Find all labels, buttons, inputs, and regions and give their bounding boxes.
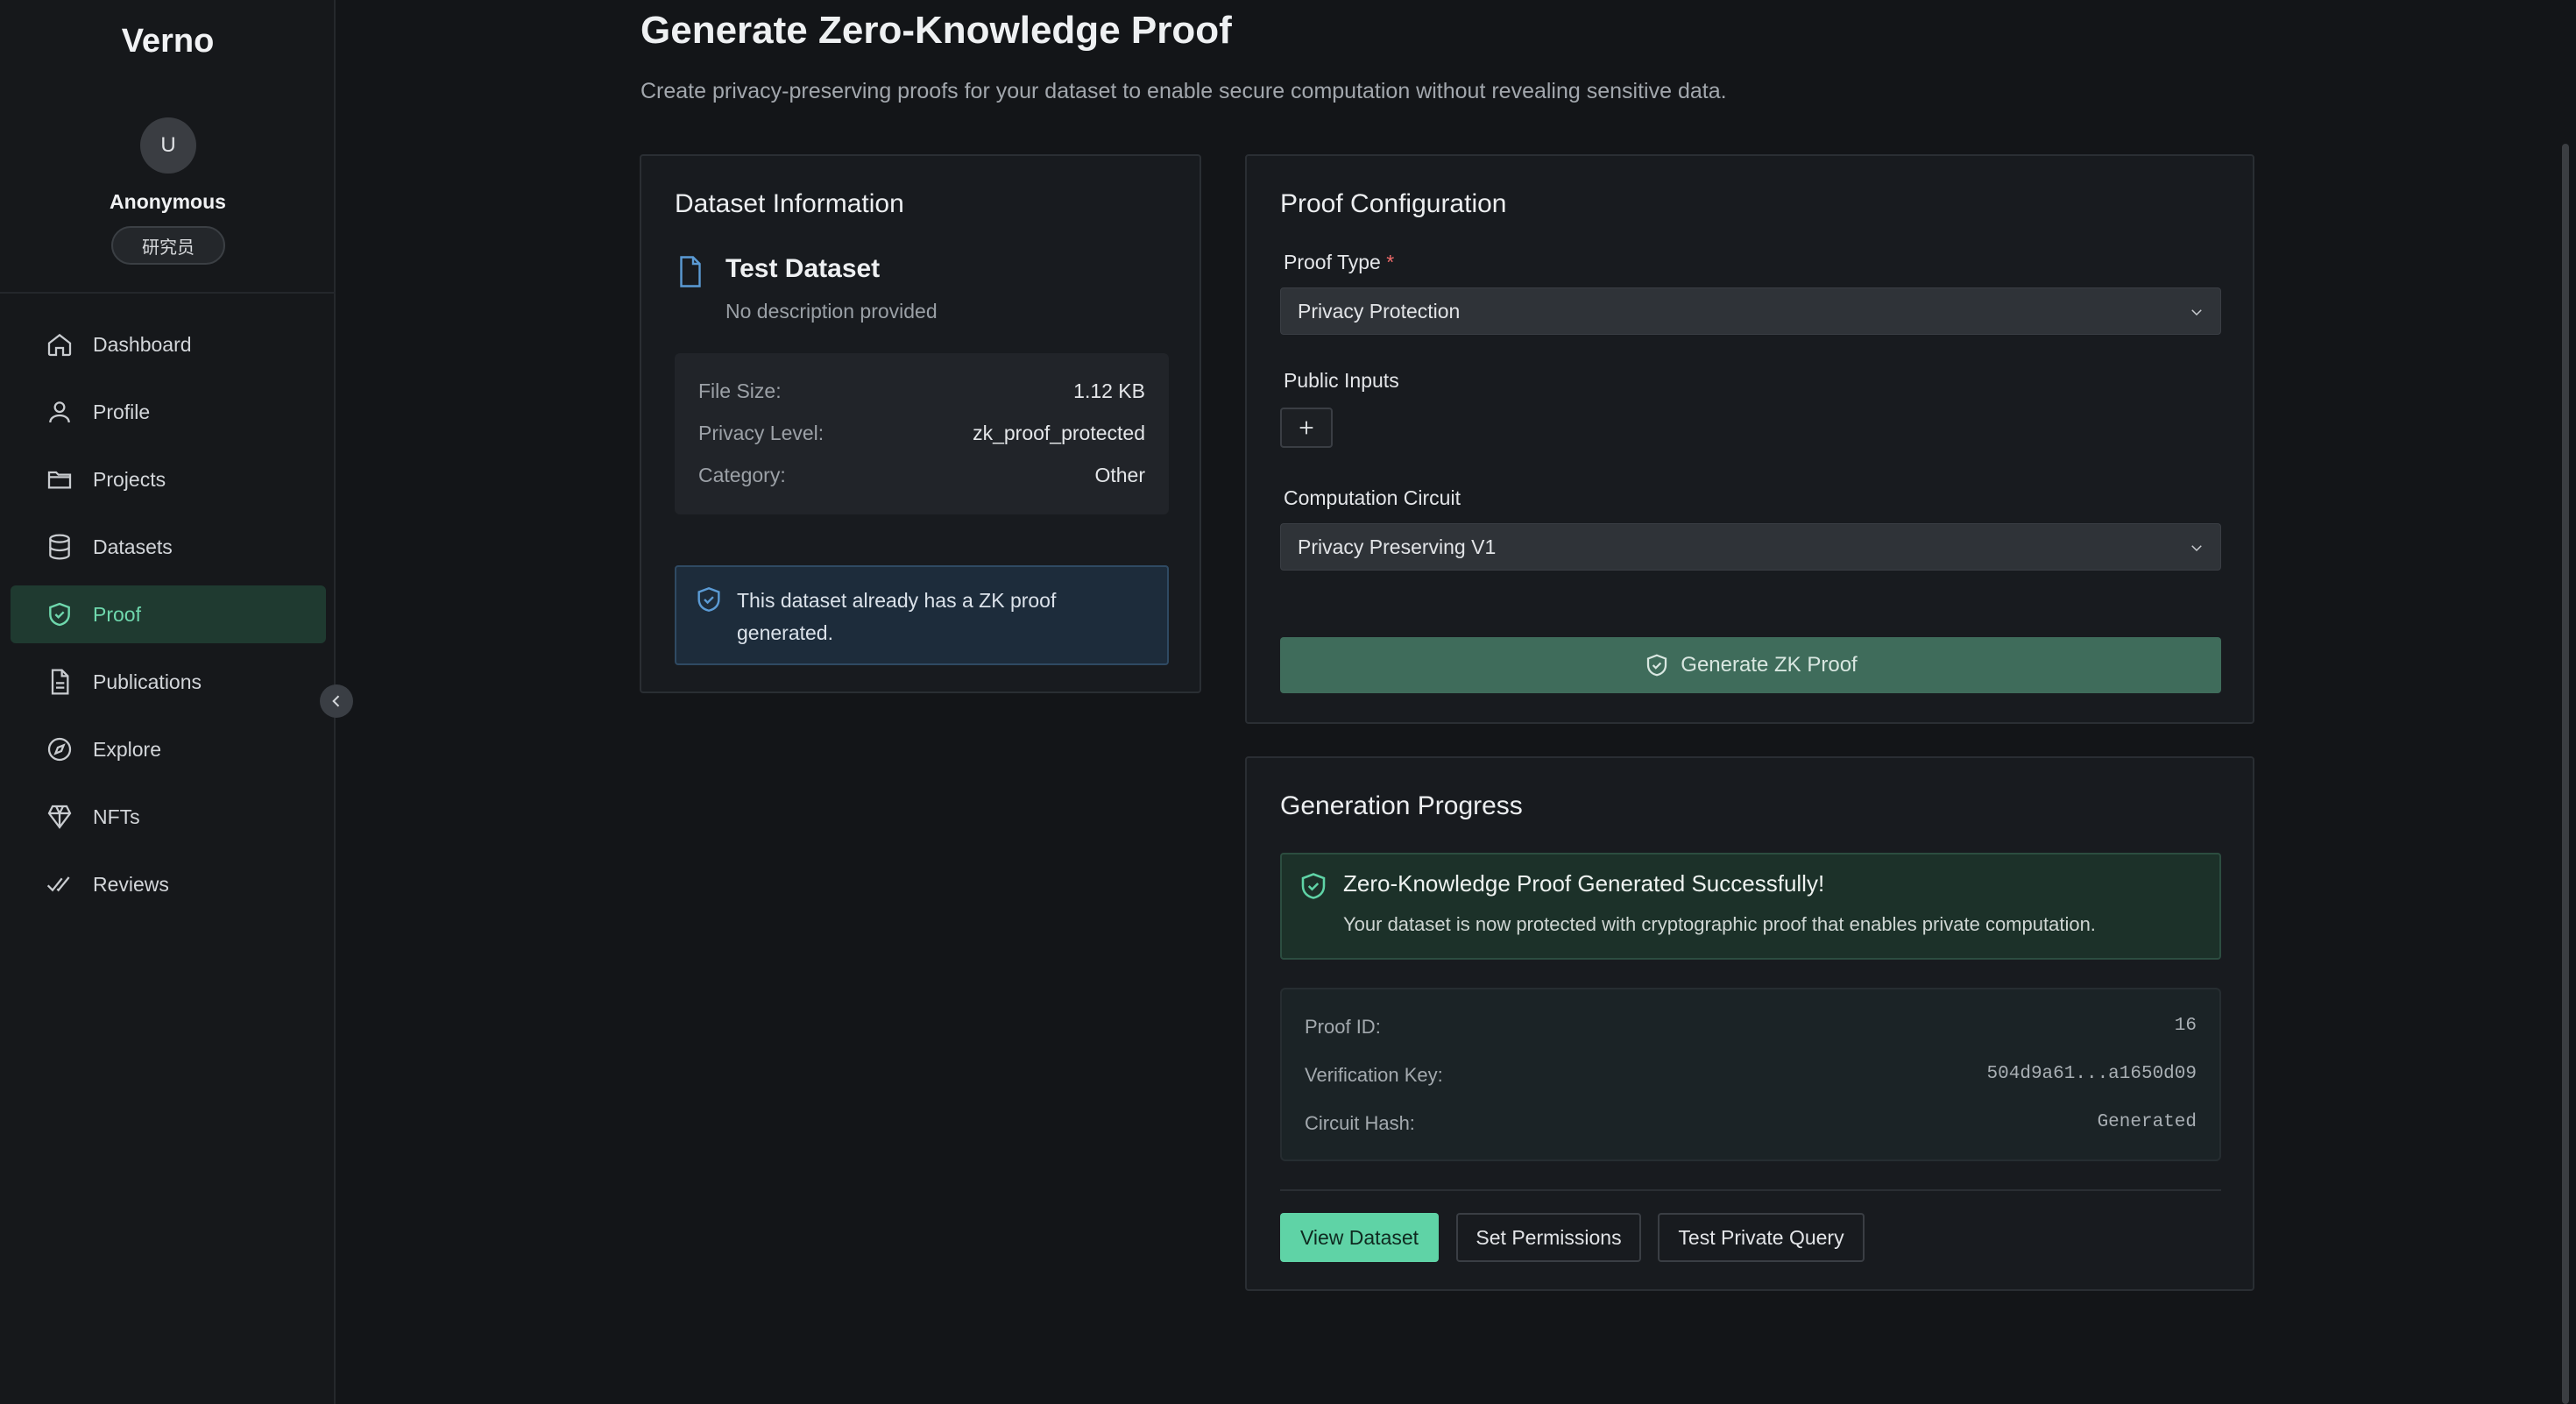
detail-value[interactable]: 504d9a61...a1650d09 <box>1987 1064 2197 1084</box>
sidebar-nav: Dashboard Profile Projects Datasets Proo… <box>11 316 326 923</box>
chevron-left-icon <box>332 695 340 707</box>
divider <box>1280 1189 2221 1191</box>
sidebar-item-publications[interactable]: Publications <box>11 653 326 711</box>
test-private-query-button[interactable]: Test Private Query <box>1658 1213 1865 1262</box>
proof-details: Proof ID: 16 Verification Key: 504d9a61.… <box>1280 988 2221 1161</box>
chevron-down-icon <box>2191 309 2202 316</box>
meta-row-file-size: File Size: 1.12 KB <box>698 379 1145 406</box>
double-check-icon <box>46 876 70 892</box>
dataset-meta: File Size: 1.12 KB Privacy Level: zk_pro… <box>675 353 1169 514</box>
sidebar-item-label: Publications <box>93 670 202 693</box>
detail-value: Generated <box>2097 1112 2197 1132</box>
sidebar-item-label: Explore <box>93 737 161 761</box>
label-text: Proof Type <box>1284 251 1381 273</box>
meta-label: Category: <box>698 464 786 486</box>
detail-label: Verification Key: <box>1305 1064 1443 1086</box>
shield-icon <box>49 602 70 627</box>
proof-exists-alert: This dataset already has a ZK proof gene… <box>675 565 1169 665</box>
card-title: Proof Configuration <box>1280 189 1507 218</box>
sidebar-item-label: Profile <box>93 400 151 423</box>
meta-label: File Size: <box>698 379 782 402</box>
sidebar-item-projects[interactable]: Projects <box>11 450 326 508</box>
file-icon <box>675 254 706 294</box>
gem-icon <box>47 805 72 829</box>
sidebar-item-dashboard[interactable]: Dashboard <box>11 316 326 373</box>
meta-row-category: Category: Other <box>698 464 1145 490</box>
circuit-label: Computation Circuit <box>1284 486 1461 509</box>
role-badge: 研究员 <box>111 226 225 265</box>
folder-icon <box>47 471 72 489</box>
success-description: Your dataset is now protected with crypt… <box>1343 913 2096 935</box>
sidebar-item-label: Reviews <box>93 872 169 896</box>
set-permissions-button[interactable]: Set Permissions <box>1456 1213 1641 1262</box>
compass-icon <box>47 737 72 762</box>
required-mark: * <box>1386 251 1395 273</box>
card-title: Dataset Information <box>675 189 904 218</box>
view-dataset-button[interactable]: View Dataset <box>1280 1213 1439 1262</box>
sidebar-item-label: Datasets <box>93 535 173 558</box>
detail-value: 16 <box>2174 1016 2197 1036</box>
page-subtitle: Create privacy-preserving proofs for you… <box>640 79 1727 103</box>
sidebar-divider <box>0 292 336 294</box>
detail-row-verification-key: Verification Key: 504d9a61...a1650d09 <box>1305 1064 2197 1090</box>
document-icon <box>51 669 69 695</box>
dataset-info-card: Dataset Information Test Dataset No desc… <box>640 154 1201 693</box>
select-value: Privacy Preserving V1 <box>1298 535 1497 558</box>
meta-value: 1.12 KB <box>1073 379 1145 402</box>
public-inputs-label: Public Inputs <box>1284 369 1399 392</box>
shield-check-icon <box>1298 870 1329 906</box>
add-public-input-button[interactable] <box>1280 408 1333 448</box>
dataset-description: No description provided <box>725 300 938 323</box>
database-icon <box>49 534 70 560</box>
sidebar-item-profile[interactable]: Profile <box>11 383 326 441</box>
meta-value: zk_proof_protected <box>973 422 1145 444</box>
sidebar-item-proof[interactable]: Proof <box>11 585 326 643</box>
proof-type-label: Proof Type * <box>1284 251 1394 274</box>
proof-type-select[interactable]: Privacy Protection <box>1280 287 2221 335</box>
detail-row-circuit-hash: Circuit Hash: Generated <box>1305 1112 2197 1138</box>
proof-config-card: Proof Configuration Proof Type * Privacy… <box>1245 154 2254 724</box>
sidebar-item-explore[interactable]: Explore <box>11 720 326 778</box>
sidebar-item-label: NFTs <box>93 805 140 828</box>
generation-progress-card: Generation Progress Zero-Knowledge Proof… <box>1245 756 2254 1291</box>
shield-check-icon <box>1647 654 1667 677</box>
home-icon <box>47 333 72 357</box>
chevron-down-icon <box>2191 545 2202 552</box>
sidebar-item-reviews[interactable]: Reviews <box>11 855 326 913</box>
generate-proof-button[interactable]: Generate ZK Proof <box>1280 637 2221 693</box>
sidebar-item-label: Proof <box>93 602 141 626</box>
page-title: Generate Zero-Knowledge Proof <box>640 9 1232 52</box>
meta-label: Privacy Level: <box>698 422 824 444</box>
detail-row-proof-id: Proof ID: 16 <box>1305 1016 2197 1042</box>
plus-icon <box>1299 421 1313 435</box>
sidebar-collapse-button[interactable] <box>320 684 353 718</box>
sidebar-item-nfts[interactable]: NFTs <box>11 788 326 846</box>
meta-value: Other <box>1094 464 1145 486</box>
select-value: Privacy Protection <box>1298 299 1461 323</box>
brand-logo[interactable]: Verno <box>0 23 336 60</box>
alert-text: This dataset already has a ZK proof gene… <box>737 589 1057 644</box>
detail-label: Circuit Hash: <box>1305 1112 1415 1134</box>
avatar[interactable]: U <box>140 117 196 174</box>
page-scrollbar[interactable] <box>2562 144 2569 1404</box>
card-title: Generation Progress <box>1280 791 1523 820</box>
detail-label: Proof ID: <box>1305 1016 1381 1038</box>
meta-row-privacy-level: Privacy Level: zk_proof_protected <box>698 422 1145 448</box>
button-label: Generate ZK Proof <box>1681 653 1858 677</box>
username: Anonymous <box>110 190 226 213</box>
success-alert: Zero-Knowledge Proof Generated Successfu… <box>1280 853 2221 960</box>
shield-check-icon <box>694 585 724 619</box>
sidebar-item-label: Projects <box>93 467 166 491</box>
dataset-name: Test Dataset <box>725 254 881 283</box>
sidebar-item-label: Dashboard <box>93 332 192 356</box>
sidebar-item-datasets[interactable]: Datasets <box>11 518 326 576</box>
user-icon <box>49 401 70 423</box>
circuit-select[interactable]: Privacy Preserving V1 <box>1280 523 2221 571</box>
success-title: Zero-Knowledge Proof Generated Successfu… <box>1343 870 1825 897</box>
sidebar: Verno U Anonymous 研究员 Dashboard Profile … <box>0 0 336 1404</box>
